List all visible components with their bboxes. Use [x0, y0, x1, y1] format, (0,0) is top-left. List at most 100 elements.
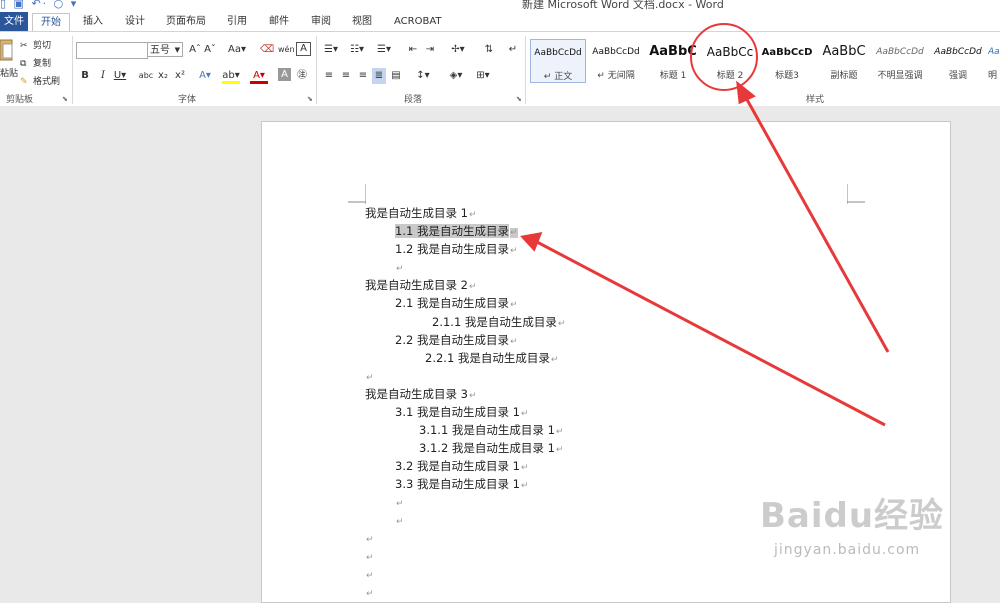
styles-group-label: 样式	[806, 95, 825, 105]
heading-1-line[interactable]: 我是自动生成目录 2↵	[365, 277, 477, 295]
bold-button[interactable]: B	[79, 68, 91, 84]
numbering-button[interactable]: ☷▾	[346, 42, 368, 58]
borders-button[interactable]: ⊞▾	[472, 68, 494, 84]
paste-icon	[0, 39, 13, 61]
italic-button[interactable]: I	[97, 68, 109, 84]
empty-line[interactable]: ↵	[365, 566, 374, 584]
heading-2-line[interactable]: 3.1 我是自动生成目录 1↵	[395, 404, 528, 422]
tab-review[interactable]: 审阅	[311, 14, 331, 30]
title-bar: ▯ ▣ ↶· ○ ▾ 新建 Microsoft Word 文档.docx - W…	[0, 0, 1000, 12]
format-painter-button[interactable]: ✎ 格式刷	[20, 74, 60, 88]
style-normal[interactable]: AaBbCcDd ↵ 正文	[530, 39, 586, 83]
multilevel-list-button[interactable]: ☰▾	[372, 42, 396, 58]
ribbon-home: 粘贴 ✂ 剪切 ⧉ 复制 ✎ 格式刷 剪贴板 ⬊ 五号 ▼ Aˆ Aˇ Aa▾ ⌫ wé…	[0, 31, 1000, 107]
heading-3-line[interactable]: 2.2.1 我是自动生成目录↵	[425, 350, 558, 368]
show-marks-button[interactable]: ↵	[506, 42, 520, 58]
style-subtitle[interactable]: AaBbC 副标题	[816, 39, 872, 83]
heading-1-line[interactable]: 我是自动生成目录 1↵	[365, 205, 477, 223]
decrease-indent-button[interactable]: ⇤	[406, 42, 420, 58]
heading-3-line[interactable]: 3.1.1 我是自动生成目录 1↵	[419, 422, 563, 440]
char-border-icon[interactable]: A	[296, 42, 311, 56]
align-left-button[interactable]: ≡	[322, 68, 336, 84]
copy-button[interactable]: ⧉ 复制	[20, 56, 51, 70]
style-subtle-emphasis[interactable]: AaBbCcDd 不明显强调	[871, 39, 929, 83]
shrink-font-button[interactable]: Aˇ	[203, 42, 217, 58]
style-emphasis[interactable]: AaBbCcDd 强调	[930, 39, 986, 83]
scissors-icon: ✂	[20, 40, 28, 51]
font-color-button[interactable]: A▾	[250, 68, 268, 84]
empty-line[interactable]: ↵	[395, 512, 404, 530]
increase-indent-button[interactable]: ⇥	[423, 42, 437, 58]
shading-button[interactable]: ◈▾	[445, 68, 467, 84]
heading-2-line[interactable]: 2.2 我是自动生成目录↵	[395, 332, 518, 350]
empty-line[interactable]: ↵	[365, 530, 374, 548]
empty-line[interactable]: ↵	[395, 259, 404, 277]
tab-page-layout[interactable]: 页面布局	[166, 14, 206, 30]
font-name-input[interactable]	[76, 42, 148, 59]
heading-2-line[interactable]: 3.2 我是自动生成目录 1↵	[395, 458, 528, 476]
heading-2-line[interactable]: 1.2 我是自动生成目录↵	[395, 241, 518, 259]
copy-icon: ⧉	[20, 58, 27, 69]
empty-line[interactable]: ↵	[395, 494, 404, 512]
paste-label[interactable]: 粘贴	[0, 66, 18, 79]
justify-button[interactable]: ≣	[372, 68, 386, 84]
chinese-layout-button[interactable]: ✢▾	[447, 42, 469, 58]
tab-design[interactable]: 设计	[125, 14, 145, 30]
sort-button[interactable]: ⇅	[482, 42, 496, 58]
highlight-button[interactable]: ab▾	[222, 68, 240, 84]
ribbon-tabs: 文件 开始 插入 设计 页面布局 引用 邮件 审阅 视图 ACROBAT	[0, 12, 1000, 33]
watermark-main: Baidu经验	[760, 496, 945, 536]
tab-mailings[interactable]: 邮件	[269, 14, 289, 30]
watermark-url: jingyan.baidu.com	[774, 542, 921, 558]
tab-references[interactable]: 引用	[227, 14, 247, 30]
font-size-value: 五号	[150, 45, 170, 56]
subscript-button[interactable]: x₂	[157, 68, 169, 84]
distributed-button[interactable]: ▤	[389, 68, 403, 84]
grow-font-button[interactable]: Aˆ	[188, 42, 202, 58]
char-shading-button[interactable]: A	[278, 68, 291, 81]
enclose-char-icon[interactable]: ㊟	[295, 68, 309, 84]
superscript-button[interactable]: x²	[174, 68, 186, 84]
window-title: 新建 Microsoft Word 文档.docx - Word	[522, 0, 724, 11]
watermark: Baidu经验 jingyan.baidu.com	[760, 488, 945, 558]
tab-insert[interactable]: 插入	[83, 14, 103, 30]
heading-3-line[interactable]: 2.1.1 我是自动生成目录↵	[432, 314, 565, 332]
styles-gallery: AaBbCcDd ↵ 正文 AaBbCcDd ↵ 无间隔 AaBbC 标题 1 …	[530, 39, 1000, 83]
tab-view[interactable]: 视图	[352, 14, 372, 30]
heading-3-line[interactable]: 3.1.2 我是自动生成目录 1↵	[419, 440, 563, 458]
annotation-circle	[690, 23, 758, 91]
strikethrough-button[interactable]: abc	[138, 68, 154, 84]
style-heading-3[interactable]: AaBbCcD 标题3	[759, 39, 815, 83]
phonetic-guide-icon[interactable]: wén	[278, 42, 295, 58]
style-no-spacing[interactable]: AaBbCcDd ↵ 无间隔	[588, 39, 644, 83]
line-spacing-button[interactable]: ↕▾	[412, 68, 434, 84]
heading-2-line[interactable]: 2.1 我是自动生成目录↵	[395, 295, 518, 313]
tab-acrobat[interactable]: ACROBAT	[394, 14, 442, 30]
clipboard-group-label: 剪贴板	[6, 95, 34, 105]
empty-line[interactable]: ↵	[365, 548, 374, 566]
cut-button[interactable]: ✂ 剪切	[20, 38, 51, 52]
empty-line[interactable]: ↵	[365, 584, 374, 602]
font-launcher-icon[interactable]: ⬊	[307, 95, 313, 103]
quick-access-toolbar[interactable]: ▯ ▣ ↶· ○ ▾	[0, 0, 78, 10]
heading-1-line[interactable]: 我是自动生成目录 3↵	[365, 386, 477, 404]
divider	[316, 36, 317, 104]
clear-format-icon[interactable]: ⌫	[260, 42, 274, 58]
paragraph-launcher-icon[interactable]: ⬊	[516, 95, 522, 103]
heading-2-line-selected[interactable]: 1.1 我是自动生成目录↵	[395, 223, 518, 241]
tab-home[interactable]: 开始	[32, 13, 70, 33]
empty-line[interactable]: ↵	[365, 368, 374, 386]
font-size-select[interactable]: 五号 ▼	[147, 42, 183, 57]
clipboard-launcher-icon[interactable]: ⬊	[62, 95, 68, 103]
align-center-button[interactable]: ≡	[339, 68, 353, 84]
paragraph-group-label: 段落	[404, 95, 423, 105]
change-case-button[interactable]: Aa▾	[226, 42, 248, 58]
style-intense-emphasis[interactable]: AaBbCcDd 明	[988, 39, 1000, 83]
align-right-button[interactable]: ≡	[356, 68, 370, 84]
heading-2-line[interactable]: 3.3 我是自动生成目录 1↵	[395, 476, 528, 494]
text-effects-button[interactable]: A▾	[196, 68, 214, 84]
bullets-button[interactable]: ☰▾	[320, 42, 342, 58]
tab-file[interactable]: 文件	[0, 12, 28, 31]
underline-button[interactable]: U▾	[113, 68, 127, 84]
chevron-down-icon: ▼	[174, 46, 180, 54]
